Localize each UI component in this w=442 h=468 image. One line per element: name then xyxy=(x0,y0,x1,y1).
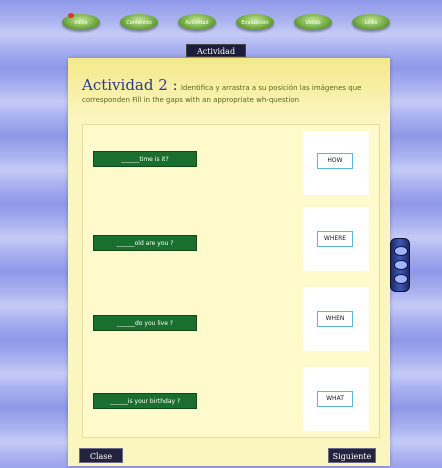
section-tab: Actividad xyxy=(186,44,246,57)
draggable-answer-where[interactable]: WHERE xyxy=(317,231,353,247)
draggable-answer-what[interactable]: WHAT xyxy=(317,391,353,407)
nav-label: Contenido xyxy=(126,20,152,26)
nav-label: Evaluación xyxy=(241,20,269,26)
question-4: ______is your birthday ? xyxy=(93,393,197,409)
question-3: ______do you live ? xyxy=(93,315,197,331)
activity-title-text: Actividad 2 : xyxy=(82,76,178,94)
answer-cell: HOW xyxy=(303,131,369,195)
answer-cell: WHAT xyxy=(303,367,369,431)
nav-label: Inicio xyxy=(74,20,88,26)
draggable-answer-when[interactable]: WHEN xyxy=(317,311,353,327)
nav-label: Actividad xyxy=(185,20,209,26)
binder-ring-icon xyxy=(394,246,408,256)
binder-ring-icon xyxy=(394,274,408,284)
nav-label: Vocab xyxy=(305,20,321,26)
clase-button[interactable]: Clase xyxy=(79,448,123,463)
draggable-answer-how[interactable]: HOW xyxy=(317,153,353,169)
activity-instruction-line2: corresponden Fill in the gaps with an ap… xyxy=(82,96,300,104)
question-2: ______old are you ? xyxy=(93,235,197,251)
answer-cell: WHERE xyxy=(303,207,369,271)
nav-item-links[interactable]: Links xyxy=(350,8,392,34)
siguiente-button[interactable]: Siguiente xyxy=(328,448,376,463)
flower-icon xyxy=(68,13,74,18)
answer-cell: WHEN xyxy=(303,287,369,351)
activity-panel: Actividad 2 : Identifica y arrastra a su… xyxy=(68,58,390,466)
top-nav: Inicio Contenido Actividad Evaluación Vo… xyxy=(60,8,390,34)
activity-title: Actividad 2 : Identifica y arrastra a su… xyxy=(82,78,382,94)
activity-instruction: Identifica y arrastra a su posición las … xyxy=(180,84,362,92)
nav-item-inicio[interactable]: Inicio xyxy=(60,8,102,34)
nav-item-vocab[interactable]: Vocab xyxy=(292,8,334,34)
exercise-area: ______time is it? ______old are you ? __… xyxy=(82,124,380,438)
question-1: ______time is it? xyxy=(93,151,197,167)
nav-item-evaluacion[interactable]: Evaluación xyxy=(234,8,276,34)
binder-ring-icon xyxy=(394,260,408,270)
nav-label: Links xyxy=(364,20,378,26)
side-binder-icon[interactable] xyxy=(390,238,410,292)
nav-item-actividad[interactable]: Actividad xyxy=(176,8,218,34)
nav-item-contenido[interactable]: Contenido xyxy=(118,8,160,34)
